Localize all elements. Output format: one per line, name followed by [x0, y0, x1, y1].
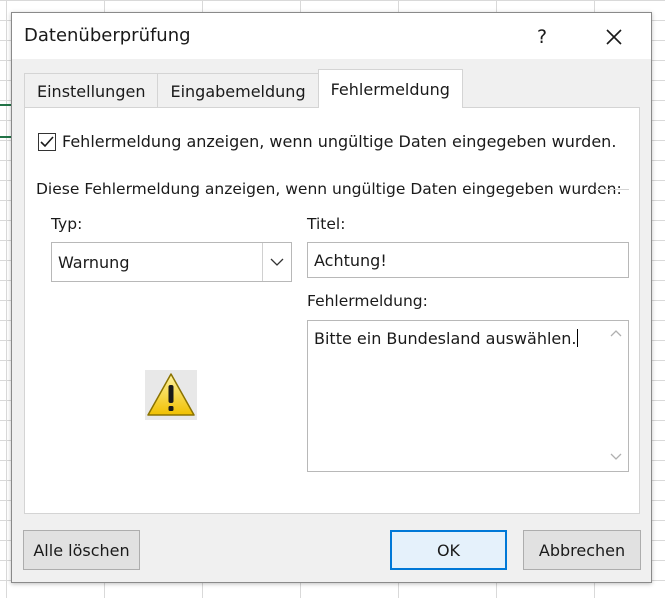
checkmark-icon	[40, 135, 54, 147]
cancel-button[interactable]: Abbrechen	[523, 530, 641, 570]
message-scrollbar[interactable]	[604, 321, 628, 471]
warning-icon	[145, 370, 197, 420]
scroll-up-icon[interactable]	[610, 329, 622, 337]
close-icon	[606, 29, 622, 45]
close-button[interactable]	[592, 21, 636, 53]
tab-bar: Einstellungen Eingabemeldung Fehlermeldu…	[24, 69, 463, 108]
chevron-down-icon	[270, 258, 284, 266]
error-message-value: Bitte ein Bundesland auswählen.	[314, 329, 577, 348]
help-button[interactable]: ?	[522, 21, 562, 53]
show-error-checkbox[interactable]	[38, 132, 56, 151]
error-message-textarea[interactable]: Bitte ein Bundesland auswählen.	[307, 320, 629, 472]
dialog-title: Datenüberprüfung	[24, 25, 191, 46]
scroll-down-icon[interactable]	[610, 453, 622, 461]
error-message-label: Fehlermeldung:	[307, 292, 428, 310]
show-error-checkbox-row[interactable]: Fehlermeldung anzeigen, wenn ungültige D…	[38, 132, 616, 151]
fehlermeldung-panel: Fehlermeldung anzeigen, wenn ungültige D…	[24, 107, 640, 514]
type-select-value: Warnung	[58, 253, 130, 272]
text-caret	[577, 329, 579, 347]
section-divider	[595, 189, 629, 190]
clear-all-button[interactable]: Alle löschen	[23, 530, 140, 570]
ok-button[interactable]: OK	[390, 530, 507, 570]
type-select-dropdown-button[interactable]	[262, 243, 291, 281]
error-message-text: Bitte ein Bundesland auswählen.	[314, 329, 579, 348]
dialog-titlebar[interactable]: Datenüberprüfung ?	[12, 13, 651, 59]
data-validation-dialog: Datenüberprüfung ? Einstellungen Eingabe…	[11, 12, 652, 583]
type-label: Typ:	[51, 215, 83, 233]
title-input[interactable]: Achtung!	[307, 242, 629, 278]
tab-fehlermeldung[interactable]: Fehlermeldung	[317, 69, 463, 108]
title-input-value: Achtung!	[314, 251, 387, 270]
type-select[interactable]: Warnung	[51, 242, 292, 282]
show-error-checkbox-label: Fehlermeldung anzeigen, wenn ungültige D…	[62, 132, 617, 151]
section-label: Diese Fehlermeldung anzeigen, wenn ungül…	[36, 180, 622, 198]
tab-einstellungen[interactable]: Einstellungen	[24, 73, 159, 108]
tab-eingabemeldung[interactable]: Eingabemeldung	[157, 73, 319, 108]
title-label: Titel:	[307, 215, 346, 233]
